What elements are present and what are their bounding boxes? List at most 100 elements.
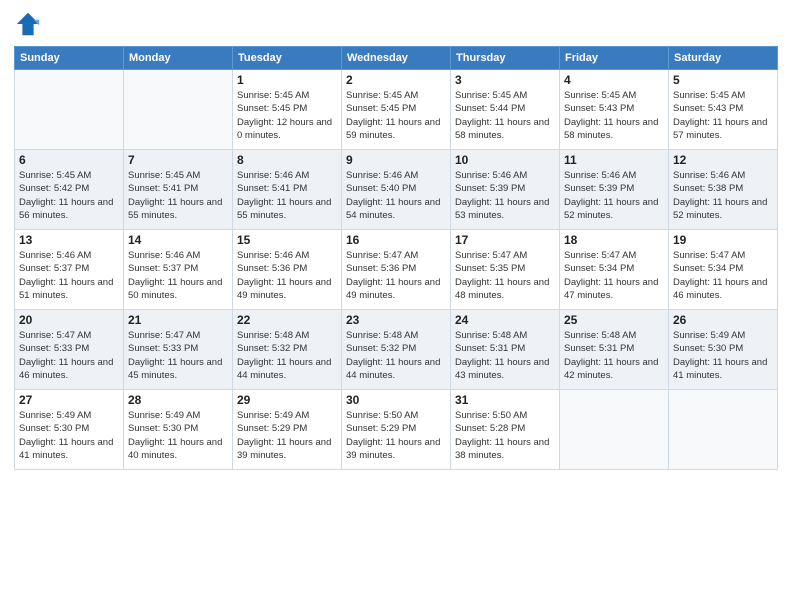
day-cell: 3Sunrise: 5:45 AM Sunset: 5:44 PM Daylig…: [451, 70, 560, 150]
calendar-header: SundayMondayTuesdayWednesdayThursdayFrid…: [15, 47, 778, 70]
day-cell: [669, 390, 778, 470]
day-cell: 31 Sunrise: 5:50 AM Sunset: 5:28 PM Dayli…: [451, 390, 560, 470]
day-number: 25: [564, 313, 664, 327]
day-info: Sunrise: 5:48 AM Sunset: 5:31 PM Dayligh…: [455, 329, 555, 382]
day-number: 12: [673, 153, 773, 167]
day-cell: 19 Sunrise: 5:47 AM Sunset: 5:34 PM Dayli…: [669, 230, 778, 310]
day-cell: 27 Sunrise: 5:49 AM Sunset: 5:30 PM Dayli…: [15, 390, 124, 470]
calendar-table: SundayMondayTuesdayWednesdayThursdayFrid…: [14, 46, 778, 470]
day-cell: 29 Sunrise: 5:49 AM Sunset: 5:29 PM Dayli…: [233, 390, 342, 470]
day-cell: 10 Sunrise: 5:46 AM Sunset: 5:39 PM Dayli…: [451, 150, 560, 230]
day-cell: 30 Sunrise: 5:50 AM Sunset: 5:29 PM Dayli…: [342, 390, 451, 470]
day-info: Sunrise: 5:47 AM Sunset: 5:33 PM Dayligh…: [19, 329, 119, 382]
day-cell: [124, 70, 233, 150]
day-info: Sunrise: 5:45 AM Sunset: 5:43 PM Dayligh…: [673, 89, 773, 142]
day-number: 17: [455, 233, 555, 247]
day-info: Sunrise: 5:46 AM Sunset: 5:38 PM Dayligh…: [673, 169, 773, 222]
day-number: 27: [19, 393, 119, 407]
header: [14, 10, 778, 38]
day-cell: 5 Sunrise: 5:45 AM Sunset: 5:43 PM Daylig…: [669, 70, 778, 150]
day-cell: 18Sunrise: 5:47 AM Sunset: 5:34 PM Dayli…: [560, 230, 669, 310]
day-cell: 2 Sunrise: 5:45 AM Sunset: 5:45 PM Daylig…: [342, 70, 451, 150]
day-info: Sunrise: 5:46 AM Sunset: 5:39 PM Dayligh…: [564, 169, 664, 222]
day-info: Sunrise: 5:50 AM Sunset: 5:28 PM Dayligh…: [455, 409, 555, 462]
day-info: Sunrise: 5:46 AM Sunset: 5:40 PM Dayligh…: [346, 169, 446, 222]
day-info: Sunrise: 5:49 AM Sunset: 5:30 PM Dayligh…: [19, 409, 119, 462]
day-info: Sunrise: 5:46 AM Sunset: 5:41 PM Dayligh…: [237, 169, 337, 222]
day-number: 2: [346, 73, 446, 87]
day-cell: 28Sunrise: 5:49 AM Sunset: 5:30 PM Dayli…: [124, 390, 233, 470]
day-number: 22: [237, 313, 337, 327]
day-cell: 13 Sunrise: 5:46 AM Sunset: 5:37 PM Dayli…: [15, 230, 124, 310]
day-cell: 25 Sunrise: 5:48 AM Sunset: 5:31 PM Dayli…: [560, 310, 669, 390]
day-cell: 26 Sunrise: 5:49 AM Sunset: 5:30 PM Dayli…: [669, 310, 778, 390]
day-info: Sunrise: 5:45 AM Sunset: 5:41 PM Dayligh…: [128, 169, 228, 222]
day-number: 15: [237, 233, 337, 247]
day-info: Sunrise: 5:48 AM Sunset: 5:31 PM Dayligh…: [564, 329, 664, 382]
week-row-1: 1Sunrise: 5:45 AM Sunset: 5:45 PM Daylig…: [15, 70, 778, 150]
day-info: Sunrise: 5:45 AM Sunset: 5:45 PM Dayligh…: [237, 89, 337, 142]
day-number: 26: [673, 313, 773, 327]
day-cell: 11 Sunrise: 5:46 AM Sunset: 5:39 PM Dayli…: [560, 150, 669, 230]
day-info: Sunrise: 5:45 AM Sunset: 5:43 PM Dayligh…: [564, 89, 664, 142]
day-cell: 1Sunrise: 5:45 AM Sunset: 5:45 PM Daylig…: [233, 70, 342, 150]
day-number: 16: [346, 233, 446, 247]
week-row-2: 6 Sunrise: 5:45 AM Sunset: 5:42 PM Daylig…: [15, 150, 778, 230]
day-info: Sunrise: 5:46 AM Sunset: 5:36 PM Dayligh…: [237, 249, 337, 302]
day-cell: 7Sunrise: 5:45 AM Sunset: 5:41 PM Daylig…: [124, 150, 233, 230]
day-info: Sunrise: 5:46 AM Sunset: 5:37 PM Dayligh…: [128, 249, 228, 302]
day-info: Sunrise: 5:46 AM Sunset: 5:39 PM Dayligh…: [455, 169, 555, 222]
day-number: 6: [19, 153, 119, 167]
day-number: 31: [455, 393, 555, 407]
week-row-5: 27 Sunrise: 5:49 AM Sunset: 5:30 PM Dayli…: [15, 390, 778, 470]
logo-icon: [14, 10, 42, 38]
day-info: Sunrise: 5:45 AM Sunset: 5:45 PM Dayligh…: [346, 89, 446, 142]
day-info: Sunrise: 5:49 AM Sunset: 5:30 PM Dayligh…: [673, 329, 773, 382]
day-info: Sunrise: 5:46 AM Sunset: 5:37 PM Dayligh…: [19, 249, 119, 302]
day-info: Sunrise: 5:50 AM Sunset: 5:29 PM Dayligh…: [346, 409, 446, 462]
header-row: SundayMondayTuesdayWednesdayThursdayFrid…: [15, 47, 778, 70]
day-info: Sunrise: 5:47 AM Sunset: 5:36 PM Dayligh…: [346, 249, 446, 302]
day-info: Sunrise: 5:47 AM Sunset: 5:34 PM Dayligh…: [673, 249, 773, 302]
calendar-body: 1Sunrise: 5:45 AM Sunset: 5:45 PM Daylig…: [15, 70, 778, 470]
header-day-wednesday: Wednesday: [342, 47, 451, 70]
week-row-3: 13 Sunrise: 5:46 AM Sunset: 5:37 PM Dayli…: [15, 230, 778, 310]
day-cell: 15 Sunrise: 5:46 AM Sunset: 5:36 PM Dayli…: [233, 230, 342, 310]
day-cell: 14Sunrise: 5:46 AM Sunset: 5:37 PM Dayli…: [124, 230, 233, 310]
header-day-monday: Monday: [124, 47, 233, 70]
day-cell: 9Sunrise: 5:46 AM Sunset: 5:40 PM Daylig…: [342, 150, 451, 230]
day-cell: 8Sunrise: 5:46 AM Sunset: 5:41 PM Daylig…: [233, 150, 342, 230]
header-day-sunday: Sunday: [15, 47, 124, 70]
day-cell: 21 Sunrise: 5:47 AM Sunset: 5:33 PM Dayli…: [124, 310, 233, 390]
day-info: Sunrise: 5:49 AM Sunset: 5:29 PM Dayligh…: [237, 409, 337, 462]
day-number: 5: [673, 73, 773, 87]
day-number: 18: [564, 233, 664, 247]
day-info: Sunrise: 5:48 AM Sunset: 5:32 PM Dayligh…: [237, 329, 337, 382]
day-number: 13: [19, 233, 119, 247]
day-number: 19: [673, 233, 773, 247]
day-cell: 23 Sunrise: 5:48 AM Sunset: 5:32 PM Dayli…: [342, 310, 451, 390]
day-info: Sunrise: 5:47 AM Sunset: 5:33 PM Dayligh…: [128, 329, 228, 382]
week-row-4: 20Sunrise: 5:47 AM Sunset: 5:33 PM Dayli…: [15, 310, 778, 390]
day-cell: 24 Sunrise: 5:48 AM Sunset: 5:31 PM Dayli…: [451, 310, 560, 390]
day-cell: 4Sunrise: 5:45 AM Sunset: 5:43 PM Daylig…: [560, 70, 669, 150]
day-cell: [560, 390, 669, 470]
day-info: Sunrise: 5:45 AM Sunset: 5:42 PM Dayligh…: [19, 169, 119, 222]
day-info: Sunrise: 5:45 AM Sunset: 5:44 PM Dayligh…: [455, 89, 555, 142]
day-number: 29: [237, 393, 337, 407]
header-day-friday: Friday: [560, 47, 669, 70]
day-cell: 17 Sunrise: 5:47 AM Sunset: 5:35 PM Dayli…: [451, 230, 560, 310]
day-cell: 20Sunrise: 5:47 AM Sunset: 5:33 PM Dayli…: [15, 310, 124, 390]
day-number: 21: [128, 313, 228, 327]
day-number: 23: [346, 313, 446, 327]
logo: [14, 10, 46, 38]
day-number: 30: [346, 393, 446, 407]
day-info: Sunrise: 5:48 AM Sunset: 5:32 PM Dayligh…: [346, 329, 446, 382]
day-cell: 22 Sunrise: 5:48 AM Sunset: 5:32 PM Dayli…: [233, 310, 342, 390]
day-number: 10: [455, 153, 555, 167]
header-day-tuesday: Tuesday: [233, 47, 342, 70]
day-number: 11: [564, 153, 664, 167]
day-cell: 12 Sunrise: 5:46 AM Sunset: 5:38 PM Dayli…: [669, 150, 778, 230]
day-number: 24: [455, 313, 555, 327]
day-info: Sunrise: 5:47 AM Sunset: 5:35 PM Dayligh…: [455, 249, 555, 302]
